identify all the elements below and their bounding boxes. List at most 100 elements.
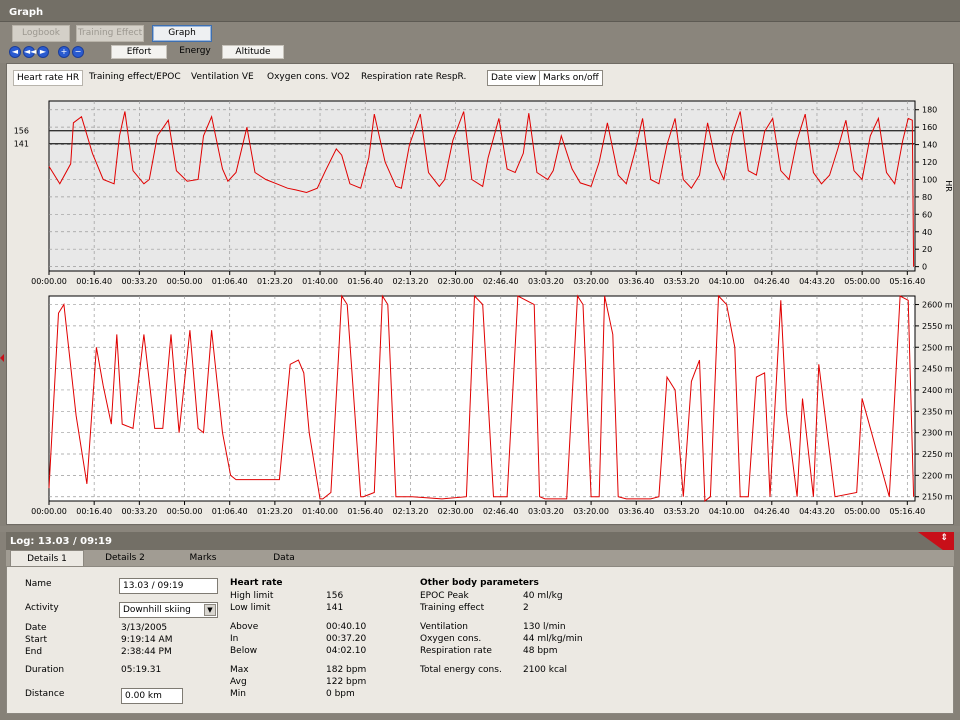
- x-tick-label: 02:30.00: [438, 507, 474, 516]
- y-tick-label: 2500 m: [922, 343, 953, 352]
- heart-rate-header: Heart rate: [230, 578, 283, 588]
- body-param-label: Training effect: [420, 603, 485, 613]
- y-tick-label: 180: [922, 106, 937, 115]
- x-tick-label: 00:16.40: [76, 277, 112, 286]
- window-title: Graph: [0, 0, 960, 22]
- x-tick-label: 02:13.20: [393, 277, 429, 286]
- duration-value: 05:19.31: [121, 665, 162, 675]
- x-tick-label: 01:56.40: [347, 277, 383, 286]
- tab-graph[interactable]: Graph: [152, 25, 212, 42]
- x-tick-label: 03:36.40: [618, 277, 654, 286]
- duration-label: Duration: [25, 665, 65, 675]
- y-tick-label: 40: [922, 228, 932, 237]
- tab-training-effect[interactable]: Training Effect: [76, 25, 144, 42]
- y-tick-label: 140: [922, 141, 937, 150]
- tab-marks[interactable]: Marks: [172, 550, 234, 566]
- distance-field[interactable]: 0.00 km: [121, 688, 183, 704]
- name-field[interactable]: 13.03 / 09:19: [119, 578, 218, 594]
- hr-stat-label: Low limit: [230, 603, 271, 613]
- hr-limit-label: 141: [14, 140, 29, 149]
- x-tick-label: 04:26.40: [754, 507, 790, 516]
- body-params-header: Other body parameters: [420, 578, 539, 588]
- x-tick-label: 03:53.20: [664, 507, 700, 516]
- hr-stat-value: 04:02.10: [326, 646, 367, 656]
- y-tick-label: 2150 m: [922, 493, 953, 502]
- x-tick-label: 01:23.20: [257, 507, 293, 516]
- y-tick-label: 2600 m: [922, 301, 953, 310]
- rewind-icon[interactable]: ◄◄: [23, 46, 36, 58]
- tab-energy[interactable]: Energy: [170, 45, 220, 59]
- x-tick-label: 01:40.00: [302, 507, 338, 516]
- y-tick-label: 80: [922, 193, 932, 202]
- x-tick-label: 03:20.00: [573, 507, 609, 516]
- body-param-value: 130 l/min: [523, 622, 566, 632]
- x-tick-label: 05:00.00: [844, 277, 880, 286]
- hr-stat-label: Max: [230, 665, 249, 675]
- distance-label: Distance: [25, 689, 65, 699]
- zoom-in-icon[interactable]: +: [58, 46, 70, 58]
- log-title: Log: 13.03 / 09:19: [10, 536, 112, 547]
- x-tick-label: 02:46.40: [483, 507, 519, 516]
- x-tick-label: 04:43.20: [799, 507, 835, 516]
- x-tick-label: 03:20.00: [573, 277, 609, 286]
- details-panel: Name 13.03 / 09:19 Activity Downhill ski…: [6, 566, 954, 714]
- y-axis-label: HR: [944, 180, 953, 192]
- left-collapse-icon[interactable]: [0, 354, 4, 362]
- toolbar: Logbook Training Effect Graph ◄ ◄◄ ► + −…: [0, 22, 960, 63]
- expand-collapse-icon[interactable]: ⇕: [940, 533, 948, 543]
- tab-details-2[interactable]: Details 2: [92, 550, 158, 566]
- activity-select[interactable]: Downhill skiing ▼: [119, 602, 218, 618]
- altitude-chart: 00:00.00 00:16.40 00:33.20 00:50.00 01:06.40…: [31, 294, 953, 516]
- x-tick-label: 00:00.00: [31, 277, 67, 286]
- x-tick-label: 00:50.00: [167, 507, 203, 516]
- hr-stat-value: 00:37.20: [326, 634, 367, 644]
- x-tick-label: 02:46.40: [483, 277, 519, 286]
- y-tick-label: 100: [922, 175, 937, 184]
- date-label: Date: [25, 623, 47, 633]
- tab-details-1[interactable]: Details 1: [10, 550, 84, 566]
- x-tick-label: 04:10.00: [709, 277, 745, 286]
- x-tick-label: 03:03.20: [528, 277, 564, 286]
- hr-limit-label: 156: [14, 127, 29, 136]
- body-param-label: EPOC Peak: [420, 591, 469, 601]
- tab-altitude[interactable]: Altitude: [222, 45, 284, 59]
- hr-stat-value: 141: [326, 603, 344, 613]
- hr-stat-label: Below: [230, 646, 258, 656]
- previous-icon[interactable]: ◄: [9, 46, 21, 58]
- y-tick-label: 2300 m: [922, 429, 953, 438]
- tab-data[interactable]: Data: [254, 550, 314, 566]
- y-tick-label: 2550 m: [922, 322, 953, 331]
- x-tick-label: 00:33.20: [121, 277, 157, 286]
- activity-value: Downhill skiing: [123, 605, 191, 615]
- x-tick-label: 01:23.20: [257, 277, 293, 286]
- x-tick-label: 00:16.40: [76, 507, 112, 516]
- tab-effort[interactable]: Effort: [111, 45, 167, 59]
- tab-logbook[interactable]: Logbook: [12, 25, 70, 42]
- body-param-label: Total energy cons.: [420, 665, 502, 675]
- end-value: 2:38:44 PM: [121, 647, 172, 657]
- chevron-down-icon[interactable]: ▼: [204, 604, 216, 616]
- x-tick-label: 01:56.40: [347, 507, 383, 516]
- hr-stat-label: In: [230, 634, 239, 644]
- body-param-value: 2100 kcal: [523, 665, 567, 675]
- y-tick-label: 20: [922, 245, 932, 254]
- hr-stat-label: Above: [230, 622, 259, 632]
- x-tick-label: 04:26.40: [754, 277, 790, 286]
- name-label: Name: [25, 579, 52, 589]
- body-param-label: Oxygen cons.: [420, 634, 482, 644]
- hr-stat-label: High limit: [230, 591, 274, 601]
- hr-stat-value: 00:40.10: [326, 622, 367, 632]
- charts-canvas: 00:00.00 00:16.40 00:33.20 00:50.00 01:06.40…: [14, 100, 953, 516]
- x-tick-label: 02:13.20: [393, 507, 429, 516]
- log-tabs: Details 1 Details 2 Marks Data: [6, 550, 954, 566]
- next-icon[interactable]: ►: [37, 46, 49, 58]
- x-tick-label: 00:33.20: [121, 507, 157, 516]
- x-tick-label: 03:53.20: [664, 277, 700, 286]
- zoom-out-icon[interactable]: −: [72, 46, 84, 58]
- hr-stat-value: 0 bpm: [326, 689, 355, 699]
- log-title-bar: Log: 13.03 / 09:19 ⇕: [6, 532, 954, 558]
- activity-label: Activity: [25, 603, 59, 613]
- x-tick-label: 05:16.40: [889, 507, 925, 516]
- x-tick-label: 05:16.40: [889, 277, 925, 286]
- x-tick-label: 01:06.40: [212, 277, 248, 286]
